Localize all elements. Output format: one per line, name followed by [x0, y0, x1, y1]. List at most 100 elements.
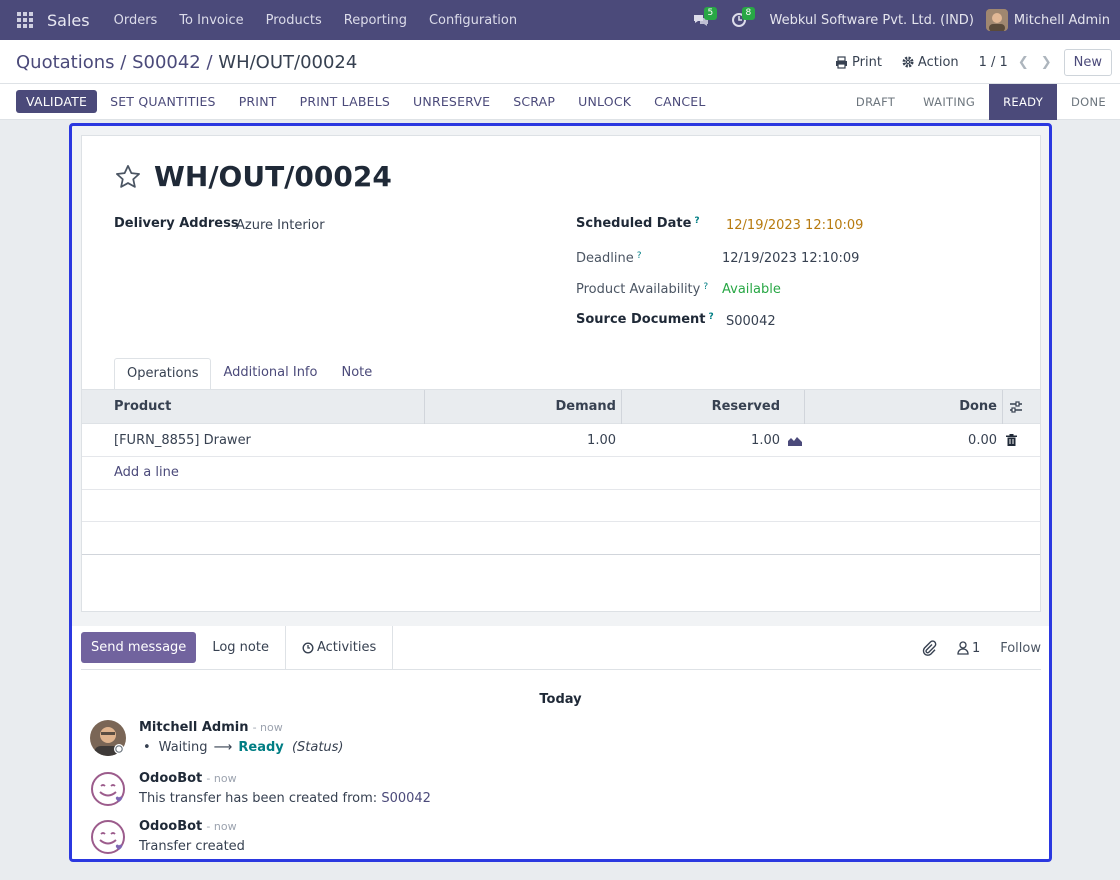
help-icon[interactable]: ? [694, 216, 699, 226]
author-avatar[interactable] [90, 720, 126, 756]
action-label: Action [917, 54, 959, 70]
reserved-cell: 1.00 [751, 433, 780, 448]
menu-item-reporting[interactable]: Reporting [344, 13, 407, 28]
breadcrumb: Quotations / S00042 / WH/OUT/00024 [16, 52, 357, 73]
user-avatar[interactable] [985, 9, 1008, 31]
message-author[interactable]: OdooBot [139, 771, 202, 786]
cancel-button[interactable]: CANCEL [644, 90, 715, 113]
optional-columns-icon[interactable] [1009, 400, 1023, 414]
message-time: - now [252, 721, 283, 734]
message-body: This transfer has been created from: S00… [139, 791, 431, 806]
set-quantities-button[interactable]: SET QUANTITIES [100, 90, 226, 113]
new-value: Ready [238, 740, 284, 755]
message: OdooBot - now This transfer has been cre… [90, 771, 431, 807]
message: OdooBot - now Transfer created [90, 819, 245, 855]
menu-item-products[interactable]: Products [266, 13, 322, 28]
form-statusbar: VALIDATE SET QUANTITIES PRINT PRINT LABE… [0, 84, 1120, 120]
app-grid-icon[interactable] [17, 12, 33, 28]
top-navbar: Sales Orders To Invoice Products Reporti… [0, 0, 1120, 40]
source-document-field[interactable]: S00042 [726, 314, 776, 329]
print-button[interactable]: Print [835, 55, 882, 70]
messaging-menu[interactable]: 5 [686, 0, 718, 40]
paperclip-icon[interactable] [921, 640, 937, 656]
trash-icon[interactable] [1006, 434, 1017, 446]
product-availability-label: Product Availability? [576, 282, 709, 297]
menu-item-to-invoice[interactable]: To Invoice [179, 13, 243, 28]
app-name[interactable]: Sales [47, 11, 90, 30]
tab-operations[interactable]: Operations [114, 358, 212, 390]
arrow-icon: ⟶ [213, 740, 233, 755]
message: Mitchell Admin - now • Waiting ⟶ Ready (S… [90, 720, 344, 756]
chatter-actions: 1 Follow [921, 626, 1041, 670]
unlock-button[interactable]: UNLOCK [568, 90, 641, 113]
action-button[interactable]: Action [902, 55, 959, 70]
stage-ready[interactable]: READY [989, 84, 1058, 120]
messages-badge: 5 [703, 7, 718, 20]
old-value: Waiting [158, 740, 208, 755]
demand-cell[interactable]: 1.00 [587, 433, 616, 448]
pager-value[interactable]: 1 / 1 [979, 55, 1008, 70]
message-author[interactable]: OdooBot [139, 819, 202, 834]
followers-count[interactable]: 1 [972, 641, 980, 656]
record-name: WH/OUT/00024 [154, 160, 392, 193]
help-icon[interactable]: ? [709, 312, 714, 322]
systray: 5 8 Webkul Software Pvt. Ltd. (IND) Mitc… [686, 0, 1120, 40]
followers-icon[interactable] [957, 641, 969, 655]
table-row[interactable]: [FURN_8855] Drawer 1.00 1.00 0.00 [82, 424, 1040, 457]
column-reserved[interactable]: Reserved [712, 399, 780, 414]
follow-button[interactable]: Follow [1000, 641, 1041, 656]
print-action-button[interactable]: PRINT [229, 90, 287, 113]
tab-additional-info[interactable]: Additional Info [211, 358, 329, 390]
column-demand[interactable]: Demand [556, 399, 617, 414]
stage-done[interactable]: DONE [1057, 84, 1120, 120]
activities-badge: 8 [741, 7, 756, 20]
pager-previous-icon[interactable]: ❮ [1018, 55, 1029, 70]
gear-icon [902, 56, 914, 68]
activities-menu[interactable]: 8 [724, 0, 756, 40]
help-icon[interactable]: ? [703, 282, 708, 292]
chatter: Send message Log note Activities 1 Follo… [72, 625, 1049, 859]
breadcrumb-quotations[interactable]: Quotations [16, 52, 115, 73]
message-author[interactable]: Mitchell Admin [139, 720, 248, 735]
star-icon[interactable] [114, 163, 142, 191]
odoobot-avatar[interactable] [90, 819, 126, 855]
user-name[interactable]: Mitchell Admin [1014, 13, 1110, 28]
column-done[interactable]: Done [959, 399, 997, 414]
main-menu: Orders To Invoice Products Reporting Con… [102, 13, 528, 28]
print-labels-button[interactable]: PRINT LABELS [290, 90, 400, 113]
odoobot-avatar[interactable] [90, 771, 126, 807]
validate-button[interactable]: VALIDATE [16, 90, 98, 113]
menu-item-orders[interactable]: Orders [114, 13, 158, 28]
done-cell[interactable]: 0.00 [968, 433, 997, 448]
company-switcher[interactable]: Webkul Software Pvt. Ltd. (IND) [770, 13, 974, 28]
delivery-address-field[interactable]: Azure Interior [236, 218, 325, 233]
delivery-address-label: Delivery Address [114, 216, 239, 231]
product-cell[interactable]: [FURN_8855] Drawer [114, 433, 251, 448]
menu-item-configuration[interactable]: Configuration [429, 13, 517, 28]
scrap-button[interactable]: SCRAP [503, 90, 565, 113]
deadline-field: 12/19/2023 12:10:09 [722, 251, 860, 266]
source-link[interactable]: S00042 [381, 791, 431, 806]
deadline-label: Deadline? [576, 251, 642, 266]
new-button[interactable]: New [1063, 48, 1112, 76]
breadcrumb-order[interactable]: S00042 [132, 52, 201, 73]
control-panel: Quotations / S00042 / WH/OUT/00024 Print… [0, 40, 1120, 84]
forecast-chart-icon[interactable] [788, 435, 802, 446]
record-title: WH/OUT/00024 [114, 160, 392, 193]
tab-note[interactable]: Note [329, 358, 384, 390]
activities-button[interactable]: Activities [286, 625, 394, 670]
pager-next-icon[interactable]: ❯ [1041, 55, 1052, 70]
log-note-button[interactable]: Log note [196, 625, 286, 670]
add-line-link[interactable]: Add a line [114, 465, 179, 480]
scheduled-date-field[interactable]: 12/19/2023 12:10:09 [726, 218, 863, 233]
stage-waiting[interactable]: WAITING [909, 84, 989, 120]
activities-label: Activities [316, 640, 377, 655]
send-message-button[interactable]: Send message [81, 632, 197, 663]
message-time: - now [206, 820, 237, 833]
unreserve-button[interactable]: UNRESERVE [403, 90, 500, 113]
product-availability-value: Available [722, 282, 781, 297]
help-icon[interactable]: ? [637, 251, 642, 261]
source-document-label: Source Document? [576, 312, 714, 327]
stage-draft[interactable]: DRAFT [842, 84, 909, 120]
column-product[interactable]: Product [114, 399, 171, 414]
